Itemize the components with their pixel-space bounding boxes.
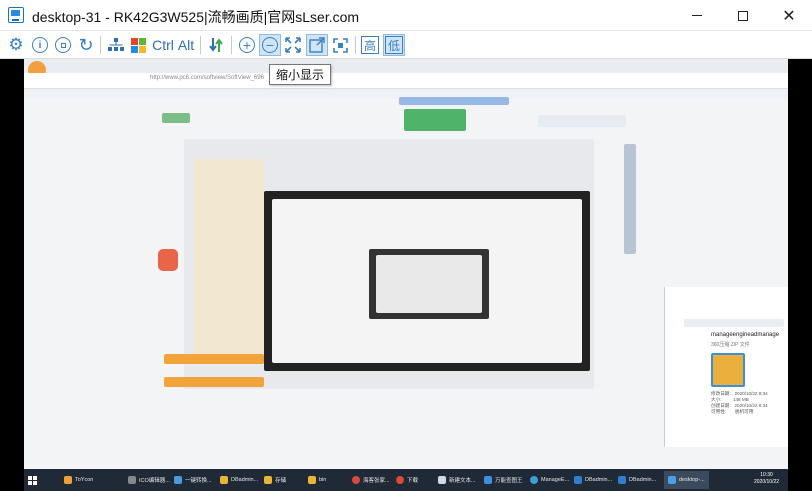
shrink-display-button[interactable]: [306, 34, 328, 56]
remote-blur-nested-inner: [376, 255, 482, 313]
toolbar-separator: [231, 36, 232, 54]
toolbar-separator: [200, 36, 201, 54]
minimize-button[interactable]: [674, 0, 720, 31]
quality-low-button[interactable]: 低: [383, 34, 405, 56]
remote-taskbar-item: ToYcon: [64, 471, 93, 489]
remote-taskbar-item: ManageE...: [530, 471, 569, 489]
toolbar: ⚙ i ↻ Ctrl Alt + − 高 低: [0, 31, 812, 59]
remote-url-text: http://www.pc6.com/softview/SoftView_696: [150, 75, 264, 81]
close-icon: ✕: [782, 7, 796, 25]
remote-browser-tabbar: [24, 59, 788, 73]
fullscreen-icon: [332, 37, 348, 53]
network-button[interactable]: [106, 34, 126, 56]
quality-low-icon: 低: [385, 36, 403, 54]
remote-desktop-app-icon: [8, 7, 24, 23]
stop-icon: [55, 37, 71, 53]
remote-archive-icon: [711, 353, 745, 387]
remote-desktop-view[interactable]: http://www.pc6.com/softview/SoftView_696…: [0, 59, 812, 491]
gear-icon: ⚙: [8, 35, 24, 54]
remote-screen[interactable]: http://www.pc6.com/softview/SoftView_696…: [24, 59, 788, 491]
remote-blur-download-button: [404, 109, 466, 131]
settings-button[interactable]: ⚙: [6, 34, 26, 56]
network-icon: [108, 38, 124, 51]
remote-blur-nav: [162, 113, 190, 123]
remote-blur-scrollbar: [624, 144, 636, 254]
remote-taskbar-item: 下载: [396, 471, 418, 489]
remote-taskbar-item: bin: [308, 471, 326, 489]
remote-taskbar-item: 一键转换...: [174, 471, 212, 489]
zoom-out-button[interactable]: −: [259, 34, 281, 56]
fit-screen-button[interactable]: [283, 34, 303, 56]
remote-taskbar-item: DBadmin...: [220, 471, 258, 489]
transfer-arrows-icon: [209, 38, 223, 52]
remote-blur-search: [538, 115, 626, 127]
toolbar-separator: [100, 36, 101, 54]
fullscreen-button[interactable]: [330, 34, 350, 56]
remote-taskbar-item: 万能查图王: [484, 471, 523, 489]
remote-taskbar-item: ICO编辑器...: [128, 471, 170, 489]
remote-taskbar-item-active: desktop-...: [664, 471, 709, 489]
remote-taskbar-item: 存储: [264, 471, 286, 489]
toolbar-separator: [355, 36, 356, 54]
remote-clock: 10:30 2020/10/22: [754, 472, 780, 485]
window-title: desktop-31 - RK42G3W525|流畅画质|官网sLser.com: [32, 9, 360, 25]
close-button[interactable]: ✕: [766, 0, 812, 31]
minimize-icon: [692, 15, 702, 16]
transfer-button[interactable]: [206, 34, 226, 56]
windows-key-button[interactable]: [129, 34, 149, 56]
ctrl-key-button[interactable]: Ctrl: [152, 34, 174, 56]
remote-file-name: manageengineadmanage: [711, 332, 780, 338]
zoom-out-icon: −: [262, 37, 278, 53]
windows-start-icon: [28, 475, 37, 485]
remote-taskbar-item: DBadmin...: [618, 471, 656, 489]
info-button[interactable]: i: [30, 34, 50, 56]
remote-browser-urlbar: [24, 73, 788, 89]
ctrl-label: Ctrl: [152, 37, 174, 53]
refresh-icon: ↻: [78, 34, 94, 55]
remote-blur-banner: [399, 97, 509, 105]
fit-screen-icon: [285, 37, 301, 53]
remote-blur-orange-bar-2: [164, 377, 264, 387]
remote-file-type: 360压缩 ZIP 文件: [711, 342, 750, 348]
info-icon: i: [32, 37, 48, 53]
shrink-display-icon: [309, 37, 325, 53]
shrink-display-tooltip: 缩小显示: [269, 64, 331, 85]
quality-high-button[interactable]: 高: [360, 34, 380, 56]
remote-blur-orange-bar: [164, 354, 264, 364]
zoom-in-button[interactable]: +: [237, 34, 257, 56]
remote-file-meta: 修改日期: 2020/10/22 8:34 大小: 148 MB 创建日期: 2…: [711, 391, 768, 414]
windows-logo-icon: [131, 37, 146, 53]
remote-blur-folder-tree: [194, 159, 264, 359]
remote-panel-search: [684, 319, 784, 327]
remote-taskbar-item: 新建文本...: [438, 471, 476, 489]
alt-label: Alt: [177, 37, 195, 53]
maximize-icon: [738, 10, 748, 21]
remote-taskbar-item: DBadmin...: [574, 471, 612, 489]
zoom-in-icon: +: [239, 37, 255, 53]
remote-start-button: [28, 471, 37, 489]
title-bar: desktop-31 - RK42G3W525|流畅画质|官网sLser.com…: [0, 0, 812, 31]
alt-key-button[interactable]: Alt: [176, 34, 196, 56]
refresh-button[interactable]: ↻: [76, 34, 96, 56]
remote-blur-app-icon: [158, 249, 178, 271]
quality-high-icon: 高: [361, 36, 379, 54]
maximize-button[interactable]: [720, 0, 766, 31]
remote-taskbar-item: 海客张家...: [352, 471, 390, 489]
stop-button[interactable]: [53, 34, 73, 56]
